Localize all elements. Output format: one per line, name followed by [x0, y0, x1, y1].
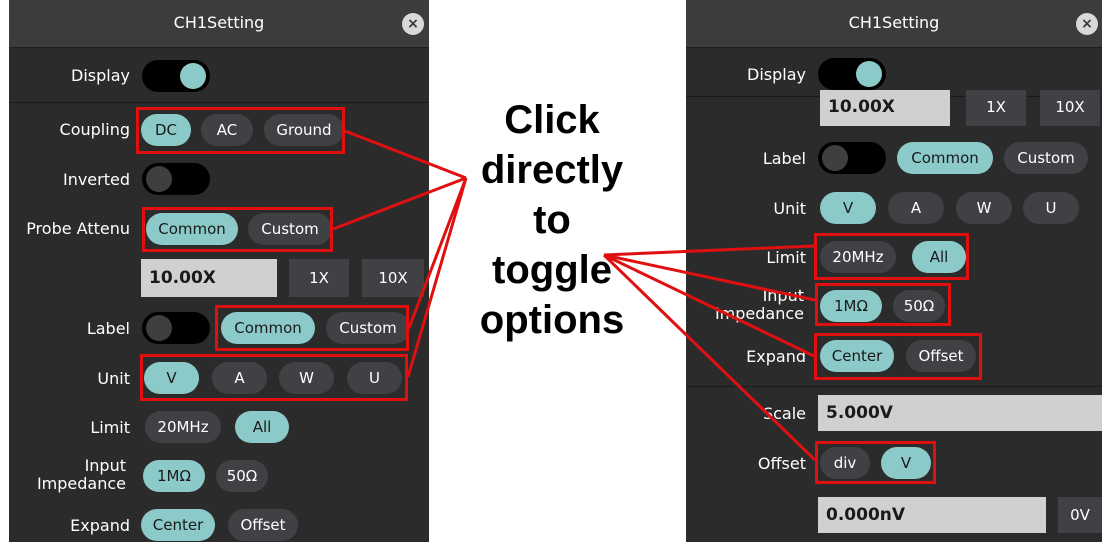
impedance-50ohm-button[interactable]: 50Ω — [893, 290, 945, 322]
callout-line-3: to — [533, 198, 571, 242]
toggle-knob — [822, 145, 848, 171]
limit-label: Limit — [90, 418, 130, 437]
impedance-1mohm-button[interactable]: 1MΩ — [143, 460, 205, 492]
unit-v-button[interactable]: V — [820, 192, 876, 224]
display-label: Display — [747, 65, 806, 84]
display-label: Display — [71, 66, 130, 85]
impedance-label-line2: Impedance — [714, 304, 804, 324]
divider — [686, 386, 1102, 387]
label-common-button[interactable]: Common — [221, 312, 315, 344]
label-label: Label — [86, 319, 130, 338]
probe-10x-button[interactable]: 10X — [1040, 90, 1100, 126]
label-common-button[interactable]: Common — [897, 142, 993, 174]
ch1-setting-panel-right: CH1Setting × Display 10.00X 1X 10X Label… — [686, 0, 1102, 542]
inverted-toggle[interactable] — [142, 163, 210, 195]
close-icon[interactable]: × — [402, 13, 424, 35]
label-toggle[interactable] — [818, 142, 886, 174]
label-custom-button[interactable]: Custom — [326, 312, 410, 344]
inverted-label: Inverted — [62, 170, 130, 189]
unit-w-button[interactable]: W — [956, 192, 1012, 224]
scale-label: Scale — [762, 404, 806, 423]
toggle-knob — [180, 63, 206, 89]
offset-div-button[interactable]: div — [820, 447, 870, 479]
unit-u-button[interactable]: U — [1023, 192, 1079, 224]
coupling-ac-button[interactable]: AC — [201, 114, 253, 146]
offset-value-field[interactable]: 0.000nV — [818, 497, 1046, 533]
panel-title: CH1Setting — [848, 13, 940, 32]
offset-label: Offset — [757, 454, 806, 473]
expand-center-button[interactable]: Center — [820, 340, 894, 372]
title-bar: CH1Setting × — [686, 0, 1102, 48]
callout-line-2: directly — [480, 148, 624, 192]
callout-line-4: toggle — [492, 248, 612, 292]
input-impedance-label: Input Impedance — [9, 456, 126, 494]
probe-common-button[interactable]: Common — [146, 213, 238, 245]
unit-w-button[interactable]: W — [279, 362, 334, 394]
toggle-knob — [856, 61, 882, 87]
coupling-dc-button[interactable]: DC — [141, 114, 191, 146]
divider — [9, 102, 429, 103]
impedance-label-line2: Impedance — [36, 474, 126, 494]
unit-label: Unit — [773, 199, 806, 218]
expand-label: Expand — [70, 516, 130, 535]
expand-label: Expand — [746, 347, 806, 366]
display-toggle[interactable] — [818, 58, 886, 90]
unit-label: Unit — [97, 369, 130, 388]
unit-a-button[interactable]: A — [888, 192, 944, 224]
probe-value-field[interactable]: 10.00X — [820, 90, 950, 126]
unit-v-button[interactable]: V — [144, 362, 199, 394]
expand-center-button[interactable]: Center — [141, 509, 215, 541]
offset-v-button[interactable]: V — [881, 447, 931, 479]
limit-label: Limit — [766, 248, 806, 267]
expand-offset-button[interactable]: Offset — [228, 509, 298, 541]
probe-value-field[interactable]: 10.00X — [141, 259, 277, 297]
probe-1x-button[interactable]: 1X — [289, 259, 349, 297]
limit-20mhz-button[interactable]: 20MHz — [145, 411, 221, 443]
probe-10x-button[interactable]: 10X — [362, 259, 424, 297]
limit-all-button[interactable]: All — [912, 241, 966, 273]
probe-1x-button[interactable]: 1X — [966, 90, 1026, 126]
annotated-screenshot: CH1Setting × Display Coupling DC AC Grou… — [0, 0, 1102, 542]
toggle-knob — [146, 315, 172, 341]
toggle-knob — [146, 166, 172, 192]
panel-title: CH1Setting — [173, 13, 265, 32]
input-impedance-label: Input Impedance — [686, 286, 804, 324]
coupling-label: Coupling — [59, 120, 130, 139]
impedance-50ohm-button[interactable]: 50Ω — [216, 460, 268, 492]
label-label: Label — [762, 149, 806, 168]
unit-u-button[interactable]: U — [347, 362, 402, 394]
probe-custom-button[interactable]: Custom — [248, 213, 332, 245]
unit-a-button[interactable]: A — [212, 362, 267, 394]
callout-line-5: options — [479, 298, 625, 342]
display-toggle[interactable] — [142, 60, 210, 92]
expand-offset-button[interactable]: Offset — [906, 340, 976, 372]
scale-value-field[interactable]: 5.000V — [818, 395, 1102, 431]
coupling-ground-button[interactable]: Ground — [264, 114, 344, 146]
callout-text: Click directly to toggle options — [462, 95, 642, 345]
label-custom-button[interactable]: Custom — [1004, 142, 1088, 174]
close-icon[interactable]: × — [1076, 13, 1098, 35]
impedance-1mohm-button[interactable]: 1MΩ — [820, 290, 882, 322]
ch1-setting-panel-left: CH1Setting × Display Coupling DC AC Grou… — [9, 0, 429, 542]
limit-20mhz-button[interactable]: 20MHz — [820, 241, 896, 273]
impedance-label-line1: Input — [762, 286, 804, 305]
callout-line-1: Click — [504, 98, 600, 142]
offset-0v-button[interactable]: 0V — [1058, 497, 1102, 533]
limit-all-button[interactable]: All — [235, 411, 289, 443]
impedance-label-line1: Input — [84, 456, 126, 475]
title-bar: CH1Setting × — [9, 0, 429, 48]
label-toggle[interactable] — [142, 312, 210, 344]
probe-attenu-label: Probe Attenu — [26, 219, 130, 238]
